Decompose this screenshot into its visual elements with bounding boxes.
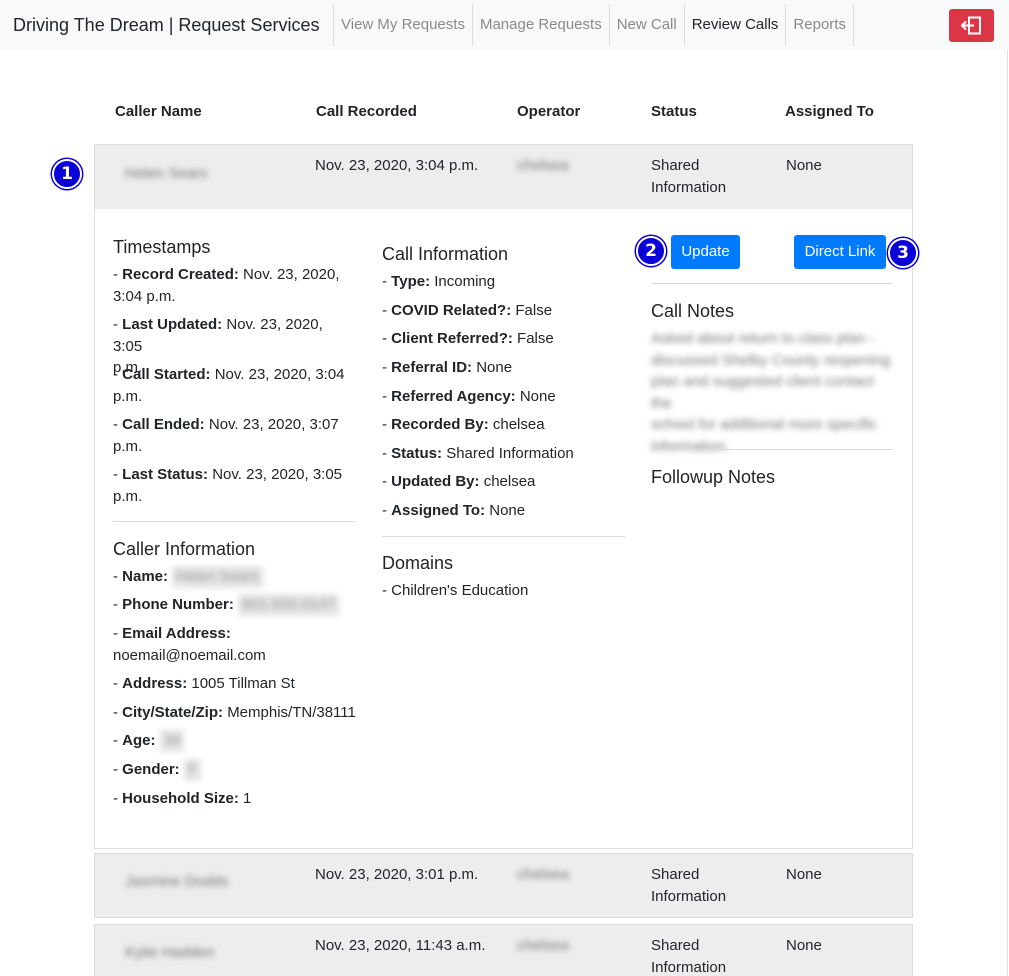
call-recorded: Nov. 23, 2020, 3:01 p.m. xyxy=(315,866,479,883)
caller-email-field: - Email Address: noemail@noemail.com xyxy=(113,625,266,664)
operator: chelsea xyxy=(517,157,569,174)
caller-info-heading: Caller Information xyxy=(113,539,256,559)
app-brand[interactable]: Driving The Dream | Request Services xyxy=(13,15,319,36)
call-info-updated-by: - Updated By: chelsea xyxy=(382,473,536,490)
domain-item: - Children's Education xyxy=(382,582,529,599)
annotation-marker-2: 2 xyxy=(636,236,666,266)
header-operator: Operator xyxy=(517,103,581,120)
caller-household-field: - Household Size: 1 xyxy=(113,790,252,807)
domains-heading: Domains xyxy=(382,553,454,573)
ts-record-created: - Record Created: Nov. 23, 2020, 3:04 p.m… xyxy=(113,266,340,305)
call-info-status: - Status: Shared Information xyxy=(382,445,574,462)
ts-call-ended: - Call Ended: Nov. 23, 2020, 3:07 p.m. xyxy=(113,416,339,455)
call-recorded: Nov. 23, 2020, 11:43 a.m. xyxy=(315,937,486,954)
nav-review-calls[interactable]: Review Calls xyxy=(683,4,786,46)
caller-name: Helen Sears xyxy=(125,165,208,182)
caller-gender-field: - Gender: F xyxy=(113,759,202,781)
caller-name: Kylie Hadden xyxy=(125,944,215,961)
table-row[interactable]: Helen Sears Nov. 23, 2020, 3:04 p.m. che… xyxy=(94,144,913,210)
call-info-covid: - COVID Related?: False xyxy=(382,302,553,319)
sign-out-icon xyxy=(961,16,981,35)
followup-notes-heading: Followup Notes xyxy=(651,467,776,487)
caller-phone-value: 901-555-0147 xyxy=(238,594,340,616)
table-row[interactable]: Kylie Hadden Nov. 23, 2020, 11:43 a.m. c… xyxy=(94,924,913,976)
call-info-recorded-by: - Recorded By: chelsea xyxy=(382,416,545,433)
divider xyxy=(382,536,625,537)
caller-name: Jasmine Dodds xyxy=(125,873,229,890)
call-info-referred: - Client Referred?: False xyxy=(382,330,554,347)
call-info-referral-id: - Referral ID: None xyxy=(382,359,513,376)
call-recorded: Nov. 23, 2020, 3:04 p.m. xyxy=(315,157,479,174)
caller-age-field: - Age: 34 xyxy=(113,730,185,752)
operator: chelsea xyxy=(517,866,569,883)
nav-reports[interactable]: Reports xyxy=(785,4,854,46)
nav-manage-requests[interactable]: Manage Requests xyxy=(471,4,609,46)
status: Shared Information xyxy=(651,866,727,905)
logout-button[interactable] xyxy=(949,9,994,42)
caller-name-field: - Name: Helen Sears xyxy=(113,566,263,588)
header-status: Status xyxy=(651,103,697,120)
divider xyxy=(651,283,893,284)
status: Shared Information xyxy=(651,937,727,976)
status: Shared Information xyxy=(651,157,727,196)
call-notes-heading: Call Notes xyxy=(651,301,735,321)
ts-last-status: - Last Status: Nov. 23, 2020, 3:05 p.m. xyxy=(113,466,343,505)
caller-city-field: - City/State/Zip: Memphis/TN/38111 xyxy=(113,704,356,721)
page-border xyxy=(1007,50,1008,976)
caller-age-value: 34 xyxy=(159,730,185,752)
call-info-type: - Type: Incoming xyxy=(382,273,496,290)
caller-name-value: Helen Sears xyxy=(172,566,263,588)
call-info-agency: - Referred Agency: None xyxy=(382,388,556,405)
nav-view-my-requests[interactable]: View My Requests xyxy=(333,4,472,46)
assigned-to: None xyxy=(786,157,822,174)
annotation-marker-3: 3 xyxy=(888,238,918,268)
annotation-marker-1: 1 xyxy=(52,159,82,189)
call-info-assigned-to: - Assigned To: None xyxy=(382,502,526,519)
ts-call-started: - Call Started: Nov. 23, 2020, 3:04 p.m. xyxy=(113,366,345,405)
divider xyxy=(651,449,893,450)
assigned-to: None xyxy=(786,937,822,954)
caller-phone-field: - Phone Number: 901-555-0147 xyxy=(113,594,340,616)
header-call-recorded: Call Recorded xyxy=(316,103,417,120)
header-caller-name: Caller Name xyxy=(115,103,202,120)
timestamps-heading: Timestamps xyxy=(113,237,211,257)
divider xyxy=(113,521,355,522)
call-notes-text: Asked about return to class plan - discu… xyxy=(651,330,891,455)
top-navbar: Driving The Dream | Request Services Vie… xyxy=(0,0,1009,50)
update-button[interactable]: Update xyxy=(671,235,740,269)
call-info-heading: Call Information xyxy=(382,244,509,264)
table-row[interactable]: Jasmine Dodds Nov. 23, 2020, 3:01 p.m. c… xyxy=(94,853,913,918)
direct-link-button[interactable]: Direct Link xyxy=(794,235,886,269)
main-nav: View My Requests Manage Requests New Cal… xyxy=(333,0,854,50)
operator: chelsea xyxy=(517,937,569,954)
assigned-to: None xyxy=(786,866,822,883)
caller-address-field: - Address: 1005 Tillman St xyxy=(113,675,295,692)
nav-new-call[interactable]: New Call xyxy=(608,4,684,46)
header-assigned-to: Assigned To xyxy=(785,103,874,120)
caller-gender-value: F xyxy=(183,759,202,781)
